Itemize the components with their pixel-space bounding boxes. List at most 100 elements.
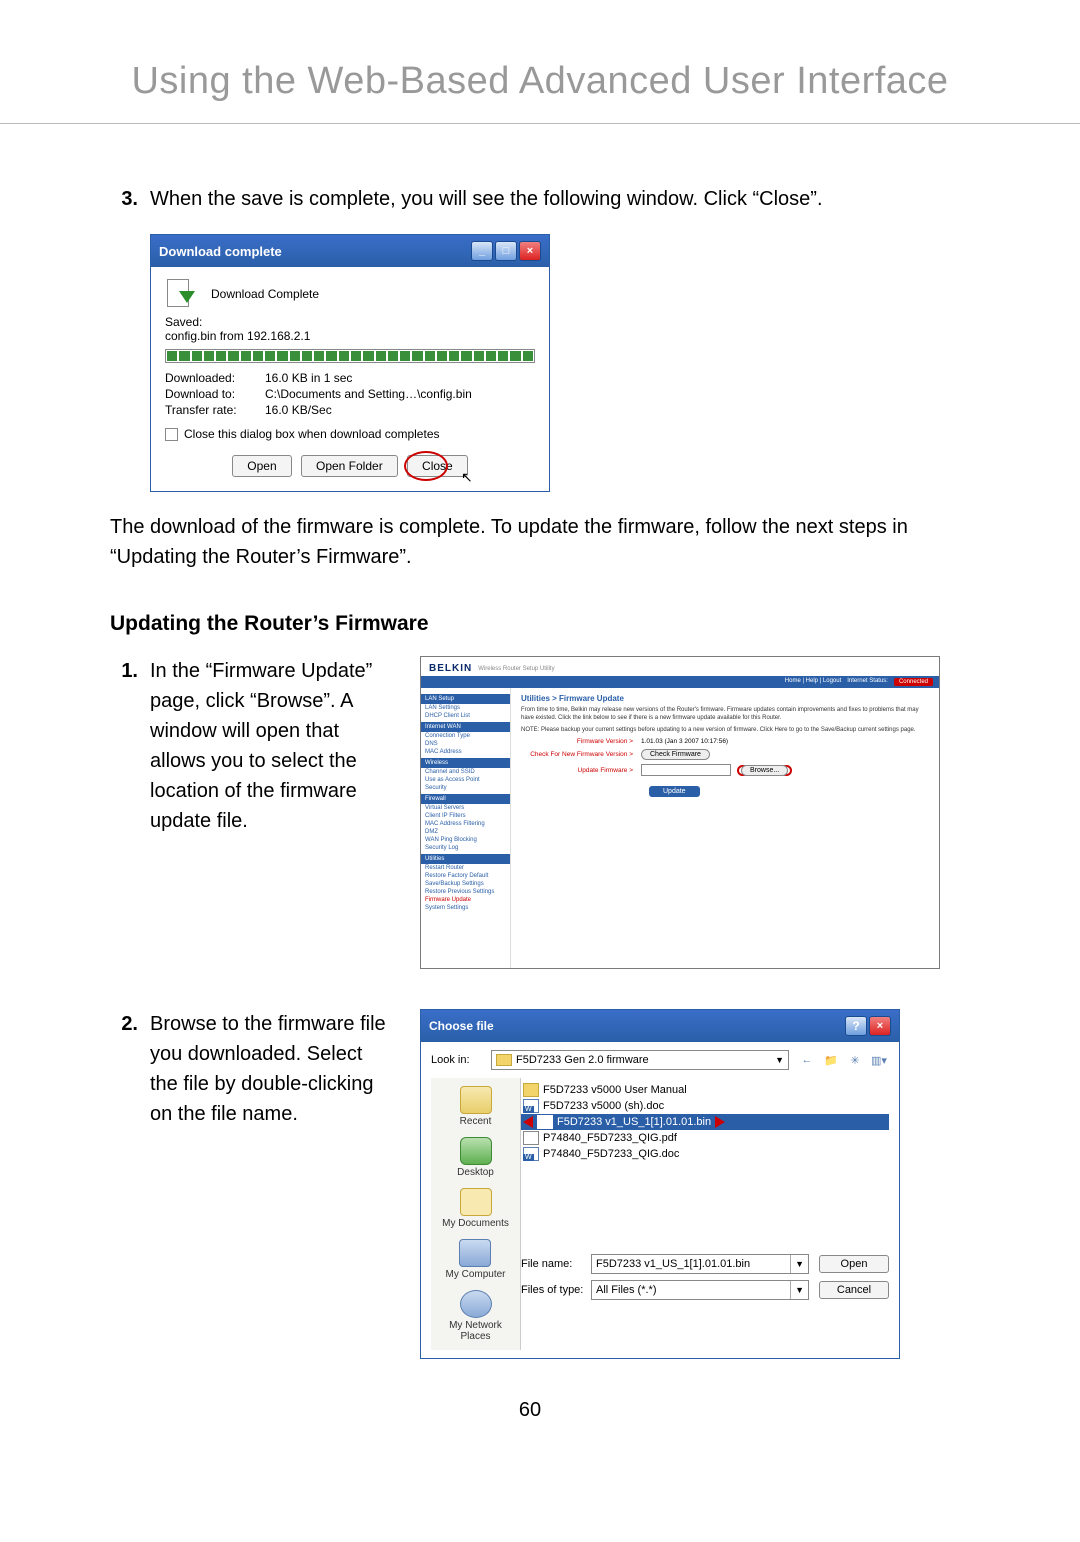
close-when-done-checkbox[interactable] <box>165 428 178 441</box>
side-vservers[interactable]: Virtual Servers <box>421 804 510 812</box>
side-system[interactable]: System Settings <box>421 904 510 912</box>
places-bar: Recent Desktop My Documents <box>431 1078 521 1350</box>
update-button[interactable]: Update <box>649 786 700 797</box>
recent-icon <box>460 1086 492 1114</box>
content-p2: NOTE: Please backup your current setting… <box>521 727 929 735</box>
side-restore[interactable]: Restore Factory Default <box>421 872 510 880</box>
new-folder-icon[interactable]: ✳ <box>845 1050 865 1070</box>
close-icon[interactable]: × <box>519 241 541 261</box>
side-ap[interactable]: Use as Access Point <box>421 776 510 784</box>
desktop-icon <box>460 1137 492 1165</box>
filename-input[interactable]: F5D7233 v1_US_1[1].01.01.bin ▼ <box>591 1254 809 1274</box>
lookin-dropdown[interactable]: F5D7233 Gen 2.0 firmware ▼ <box>491 1050 789 1070</box>
firmware-update-page: BELKIN Wireless Router Setup Utility Hom… <box>420 656 940 969</box>
maximize-icon[interactable]: □ <box>495 241 517 261</box>
file-item[interactable]: P74840_F5D7233_QIG.pdf <box>521 1130 889 1146</box>
step-1-number: 1. <box>110 656 150 949</box>
side-channel[interactable]: Channel and SSID <box>421 768 510 776</box>
step-1: 1. In the “Firmware Update” page, click … <box>110 656 390 949</box>
side-head-lan: LAN Setup <box>421 694 510 704</box>
header-links[interactable]: Home | Help | Logout <box>785 678 841 686</box>
chevron-down-icon: ▼ <box>775 1055 784 1065</box>
side-mac[interactable]: MAC Address <box>421 748 510 756</box>
page-title: Using the Web-Based Advanced User Interf… <box>0 0 1080 124</box>
content-p1: From time to time, Belkin may release ne… <box>521 707 929 723</box>
side-firmware-update[interactable]: Firmware Update <box>421 896 510 904</box>
lookin-value: F5D7233 Gen 2.0 firmware <box>516 1054 649 1066</box>
side-save[interactable]: Save/Backup Settings <box>421 880 510 888</box>
belkin-logo: BELKIN <box>429 663 472 674</box>
browse-button[interactable]: Browse... <box>741 765 788 776</box>
transfer-rate-label: Transfer rate: <box>165 403 265 417</box>
side-seclog[interactable]: Security Log <box>421 844 510 852</box>
content-title: Utilities > Firmware Update <box>521 694 929 703</box>
side-dhcp[interactable]: DHCP Client List <box>421 712 510 720</box>
filename-label: File name: <box>521 1258 591 1270</box>
side-dmz[interactable]: DMZ <box>421 828 510 836</box>
dialog-title: Download complete <box>159 244 469 259</box>
choose-file-dialog: Choose file ? × Look in: F5D7233 Gen 2.0… <box>420 1009 900 1359</box>
step-2: 2. Browse to the firmware file you downl… <box>110 1009 390 1339</box>
check-firmware-button[interactable]: Check Firmware <box>641 749 710 760</box>
side-restart[interactable]: Restart Router <box>421 864 510 872</box>
up-folder-icon[interactable]: 📁 <box>821 1050 841 1070</box>
download-to-label: Download to: <box>165 387 265 401</box>
file-item[interactable]: P74840_F5D7233_QIG.doc <box>521 1146 889 1162</box>
place-network[interactable]: My Network Places <box>435 1290 516 1342</box>
fw-version-value: 1.01.03 (Jan 3 2007 10:17:56) <box>641 738 728 745</box>
side-head-wireless: Wireless <box>421 758 510 768</box>
documents-icon <box>460 1188 492 1216</box>
minimize-icon[interactable]: _ <box>471 241 493 261</box>
file-item[interactable]: F5D7233 v5000 User Manual <box>521 1082 889 1098</box>
doc-icon <box>523 1099 539 1113</box>
step-2-text: Browse to the firmware file you download… <box>150 1009 390 1339</box>
file-item[interactable]: F5D7233 v5000 (sh).doc <box>521 1098 889 1114</box>
downloaded-label: Downloaded: <box>165 371 265 385</box>
after-download-text: The download of the firmware is complete… <box>110 512 950 572</box>
folder-icon <box>496 1054 512 1066</box>
firmware-path-input[interactable] <box>641 764 731 776</box>
doc-icon <box>523 1147 539 1161</box>
back-icon[interactable]: ← <box>797 1050 817 1070</box>
open-folder-button[interactable]: Open Folder <box>301 455 398 477</box>
place-recent[interactable]: Recent <box>460 1086 492 1127</box>
choose-title: Choose file <box>429 1019 843 1033</box>
cancel-button[interactable]: Cancel <box>819 1281 889 1299</box>
side-ping[interactable]: WAN Ping Blocking <box>421 836 510 844</box>
place-documents[interactable]: My Documents <box>442 1188 509 1229</box>
help-icon[interactable]: ? <box>845 1016 867 1036</box>
sidebar: LAN Setup LAN Settings DHCP Client List … <box>421 688 511 968</box>
download-heading: Download Complete <box>211 287 319 301</box>
highlight-arrow-icon <box>715 1116 725 1128</box>
side-macfilter[interactable]: MAC Address Filtering <box>421 820 510 828</box>
page-number: 60 <box>110 1399 950 1422</box>
open-file-button[interactable]: Open <box>819 1255 889 1273</box>
side-ipfilence[interactable]: Client IP Filters <box>421 812 510 820</box>
choose-close-icon[interactable]: × <box>869 1016 891 1036</box>
view-menu-icon[interactable]: ▥▾ <box>869 1050 889 1070</box>
close-button[interactable]: Close ↖ <box>407 455 468 477</box>
place-desktop[interactable]: Desktop <box>457 1137 494 1178</box>
open-button[interactable]: Open <box>232 455 291 477</box>
chevron-down-icon: ▼ <box>790 1255 804 1273</box>
close-when-done-label: Close this dialog box when download comp… <box>184 427 440 441</box>
file-item-selected[interactable]: F5D7233 v1_US_1[1].01.01.bin <box>521 1114 889 1130</box>
side-dns[interactable]: DNS <box>421 740 510 748</box>
folder-icon <box>523 1083 539 1097</box>
pdf-icon <box>523 1131 539 1145</box>
filetype-label: Files of type: <box>521 1284 591 1296</box>
side-restore-prev[interactable]: Restore Previous Settings <box>421 888 510 896</box>
filetype-dropdown[interactable]: All Files (*.*) ▼ <box>591 1280 809 1300</box>
dialog-titlebar: Download complete _ □ × <box>151 235 549 267</box>
step-3-text: When the save is complete, you will see … <box>150 184 950 214</box>
place-computer[interactable]: My Computer <box>445 1239 505 1280</box>
downloaded-value: 16.0 KB in 1 sec <box>265 371 352 385</box>
fw-version-label: Firmware Version > <box>521 738 641 745</box>
side-lan-settings[interactable]: LAN Settings <box>421 704 510 712</box>
side-security[interactable]: Security <box>421 784 510 792</box>
transfer-rate-value: 16.0 KB/Sec <box>265 403 332 417</box>
step-2-number: 2. <box>110 1009 150 1339</box>
step-1-text: In the “Firmware Update” page, click “Br… <box>150 656 390 949</box>
network-icon <box>460 1290 492 1318</box>
side-conn-type[interactable]: Connection Type <box>421 732 510 740</box>
